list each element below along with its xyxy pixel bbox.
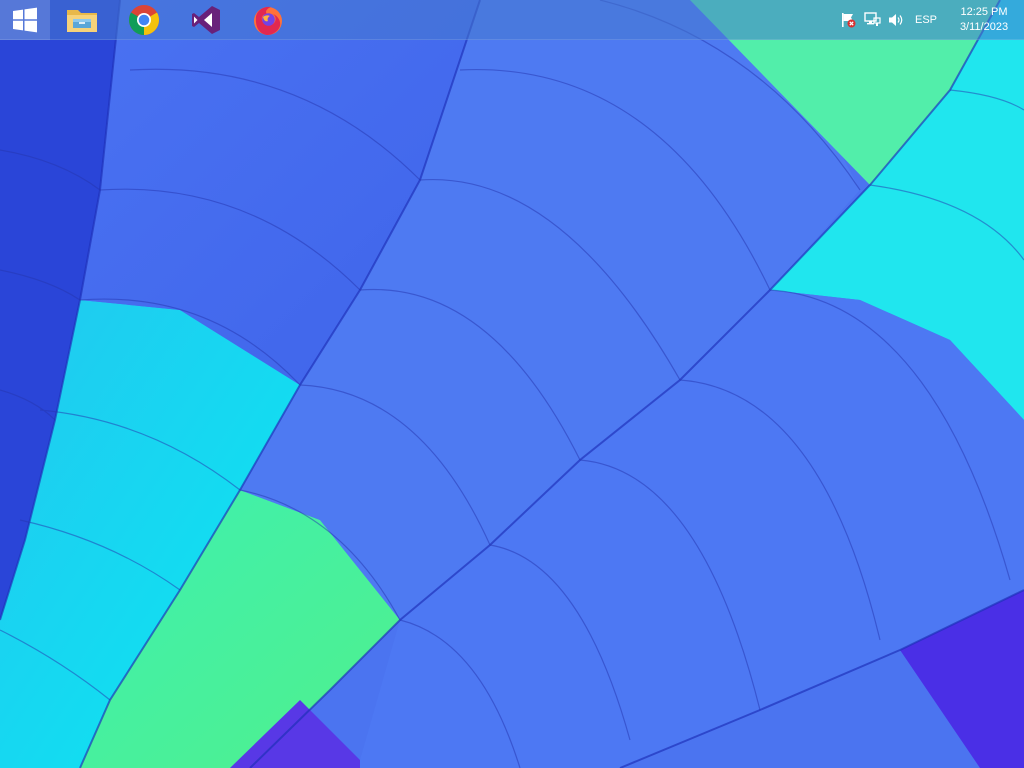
- firefox-icon: [254, 6, 282, 35]
- clock-time: 12:25 PM: [960, 6, 1008, 18]
- desktop-wallpaper: [0, 0, 1024, 768]
- tray-network[interactable]: [860, 0, 884, 40]
- windows-logo-icon: [13, 7, 37, 33]
- clock-date: 3/11/2023: [959, 21, 1009, 33]
- folder-icon: [67, 10, 97, 32]
- language-label: ESP: [914, 14, 937, 26]
- tray-action-center[interactable]: [836, 0, 860, 40]
- taskbar-app-visual-studio[interactable]: [178, 0, 234, 40]
- taskbar-app-chrome[interactable]: [116, 0, 172, 40]
- taskbar: ESP 12:25 PM 3/11/2023: [0, 0, 1024, 40]
- chrome-icon: [128, 5, 160, 36]
- action-center-flag-icon: [842, 13, 856, 28]
- taskbar-app-firefox[interactable]: [240, 0, 296, 40]
- clock[interactable]: 12:25 PM 3/11/2023: [944, 0, 1024, 40]
- volume-icon: [889, 14, 903, 26]
- taskbar-app-file-explorer[interactable]: [54, 0, 110, 40]
- language-indicator[interactable]: ESP: [908, 0, 944, 40]
- network-icon: [864, 12, 881, 26]
- start-button[interactable]: [0, 0, 50, 40]
- desktop[interactable]: ESP 12:25 PM 3/11/2023: [0, 0, 1024, 768]
- tray-volume[interactable]: [884, 0, 908, 40]
- system-tray: ESP 12:25 PM 3/11/2023: [836, 0, 1024, 40]
- visual-studio-icon: [192, 6, 220, 34]
